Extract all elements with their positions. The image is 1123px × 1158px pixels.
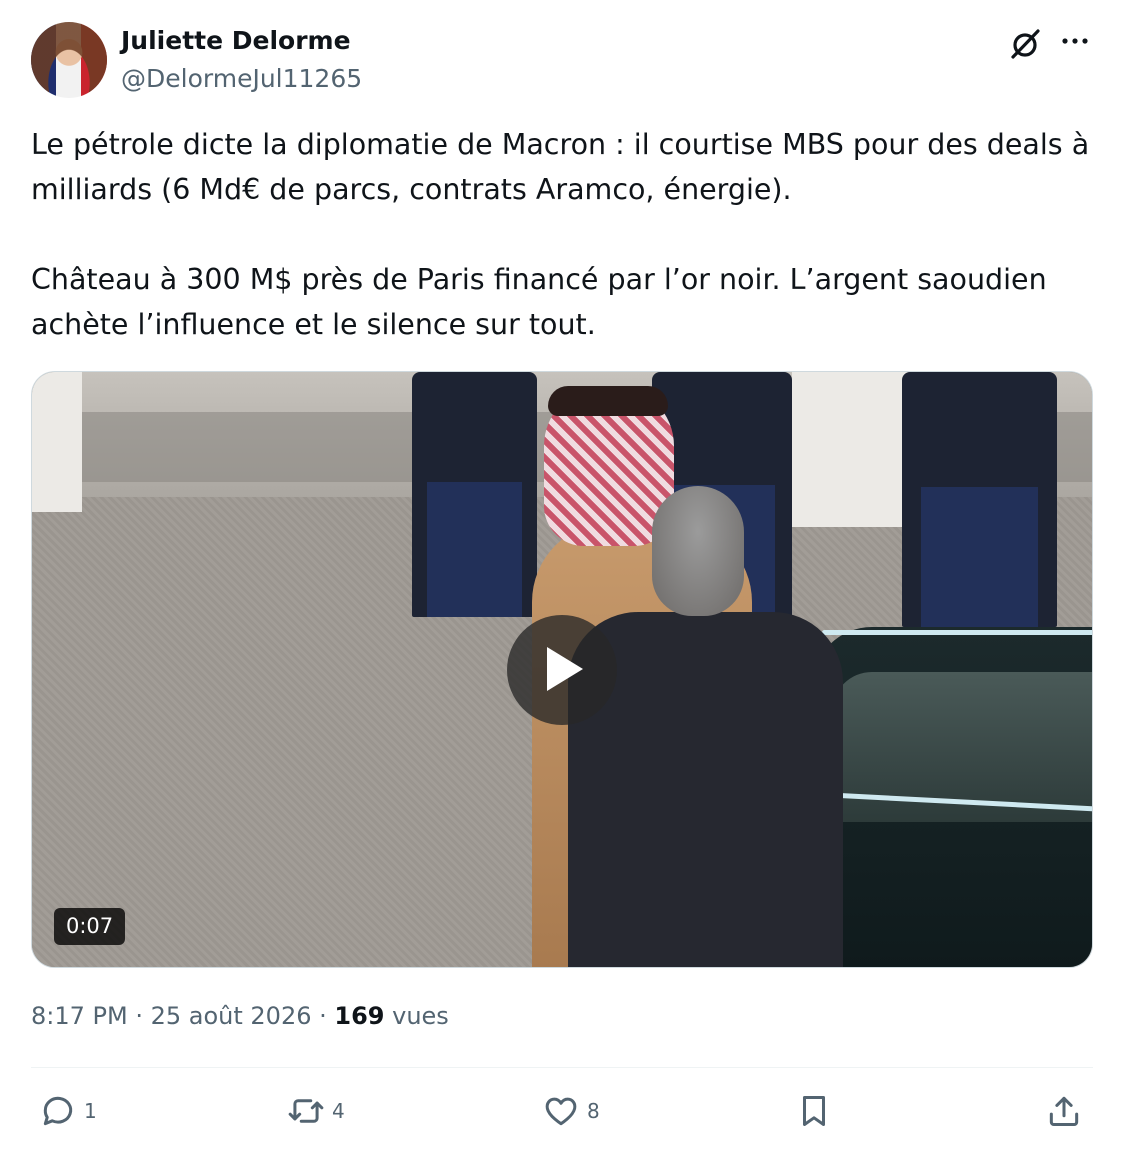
reply-count: 1 xyxy=(84,1099,97,1123)
meta-separator: · xyxy=(311,1002,335,1030)
bookmark-button[interactable] xyxy=(795,1091,833,1131)
reply-icon xyxy=(43,1096,73,1126)
tweet-time[interactable]: 8:17 PM xyxy=(31,1002,128,1030)
heart-icon xyxy=(545,1097,577,1126)
author-handle[interactable]: @DelormeJul11265 xyxy=(121,64,362,93)
avatar[interactable] xyxy=(31,22,107,98)
video-duration: 0:07 xyxy=(54,908,126,945)
play-icon xyxy=(547,647,583,691)
tweet-text: Le pétrole dicte la diplomatie de Macron… xyxy=(31,122,1096,347)
tweet-paragraph: Le pétrole dicte la diplomatie de Macron… xyxy=(31,128,1090,206)
retweet-button[interactable]: 4 xyxy=(287,1091,345,1131)
tweet-date[interactable]: 25 août 2026 xyxy=(151,1002,312,1030)
share-icon xyxy=(1049,1096,1079,1126)
divider xyxy=(31,1067,1093,1068)
retweet-count: 4 xyxy=(332,1099,345,1123)
tweet-card: Juliette Delorme @DelormeJul11265 Le pét… xyxy=(0,0,1123,1158)
views-label: vues xyxy=(392,1002,449,1030)
views-count: 169 xyxy=(334,1002,385,1030)
grok-icon[interactable] xyxy=(1007,26,1043,62)
like-button[interactable]: 8 xyxy=(542,1091,600,1131)
avatar-hair xyxy=(31,22,107,98)
author-name[interactable]: Juliette Delorme xyxy=(121,26,351,55)
like-count: 8 xyxy=(587,1099,600,1123)
more-icon[interactable] xyxy=(1057,26,1093,62)
retweet-icon xyxy=(288,1099,324,1123)
bookmark-icon xyxy=(802,1096,826,1126)
meta-separator: · xyxy=(127,1002,151,1030)
tweet-meta: 8:17 PM · 25 août 2026 · 169 vues xyxy=(31,1002,449,1030)
share-button[interactable] xyxy=(1045,1091,1083,1131)
video-player[interactable]: 0:07 xyxy=(31,371,1093,968)
play-button[interactable] xyxy=(507,615,617,725)
reply-button[interactable]: 1 xyxy=(39,1091,97,1131)
tweet-paragraph: Château à 300 M$ près de Paris financé p… xyxy=(31,263,1047,341)
